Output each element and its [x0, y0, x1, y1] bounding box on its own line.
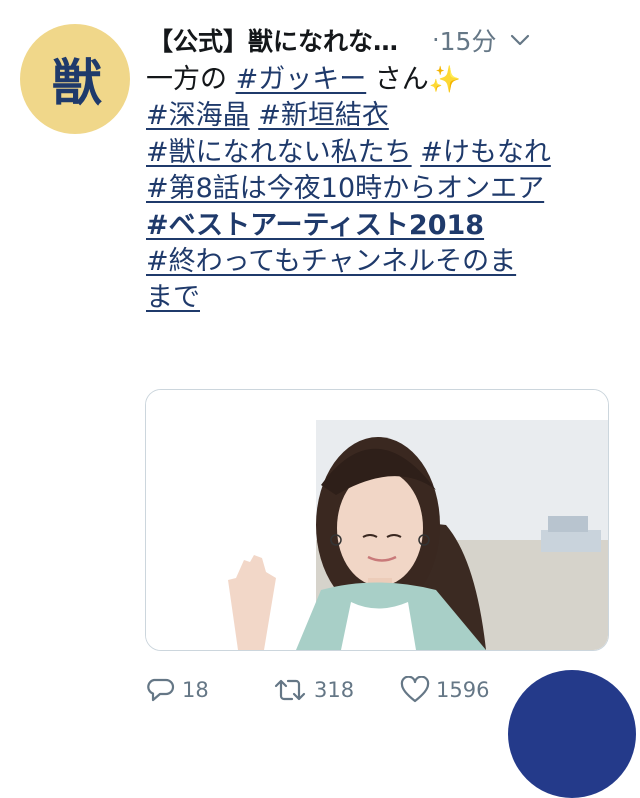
chevron-down-icon[interactable]: [508, 28, 532, 52]
heart-icon: [400, 676, 430, 703]
hashtag-kemonare-full[interactable]: #獣になれない私たち: [146, 137, 412, 168]
tweet-media[interactable]: [145, 389, 609, 651]
tweet-line-4: #第8話は今夜10時からオンエア: [146, 171, 616, 207]
like-count: 1596: [436, 678, 490, 702]
retweet-button[interactable]: 318: [272, 676, 400, 704]
tweet-line-3: #獣になれない私たち #けもなれ: [146, 135, 616, 171]
time-separator: ·: [432, 26, 440, 54]
tweet-line-1: 一方の #ガッキー さん✨: [146, 62, 616, 98]
tweet-line-7: まで: [146, 280, 616, 316]
text-prefix: 一方の: [146, 64, 236, 95]
tweet-line-2: #深海晶 #新垣結衣: [146, 98, 616, 134]
hashtag-best-artist[interactable]: #ベストアーティスト2018: [146, 210, 484, 241]
hashtag-episode[interactable]: #第8話は今夜10時からオンエア: [146, 173, 544, 204]
sparkles-icon: ✨: [428, 65, 462, 95]
avatar[interactable]: 獣: [20, 24, 130, 134]
hashtag-aragaki[interactable]: #新垣結衣: [258, 100, 389, 131]
tweet-text: 一方の #ガッキー さん✨ #深海晶 #新垣結衣 #獣になれない私たち #けもな…: [146, 62, 616, 317]
photo-icon: [146, 390, 608, 650]
tweet-header: 【公式】獣になれな… · 15分: [148, 18, 618, 62]
hashtag-fukami[interactable]: #深海晶: [146, 100, 250, 131]
hashtag-kemonare[interactable]: #けもなれ: [420, 137, 551, 168]
tweet-line-6: #終わってもチャンネルそのま: [146, 244, 616, 280]
compose-tweet-button[interactable]: [508, 670, 636, 798]
hashtag-gakky[interactable]: #ガッキー: [236, 64, 367, 95]
tweet-line-5: #ベストアーティスト2018: [146, 208, 616, 244]
tweet-time[interactable]: 15分: [440, 22, 497, 58]
reply-icon: [147, 678, 175, 702]
reply-count: 18: [182, 678, 209, 702]
hashtag-channel[interactable]: #終わってもチャンネルそのま: [146, 246, 516, 277]
avatar-logo-glyph: 獣: [52, 53, 102, 112]
retweet-icon: [274, 679, 306, 701]
account-name[interactable]: 【公式】獣になれな…: [148, 22, 398, 58]
hashtag-channel-cont[interactable]: まで: [146, 282, 200, 313]
text-suffix: さん: [366, 64, 429, 95]
reply-button[interactable]: 18: [146, 676, 272, 704]
retweet-count: 318: [314, 678, 355, 702]
